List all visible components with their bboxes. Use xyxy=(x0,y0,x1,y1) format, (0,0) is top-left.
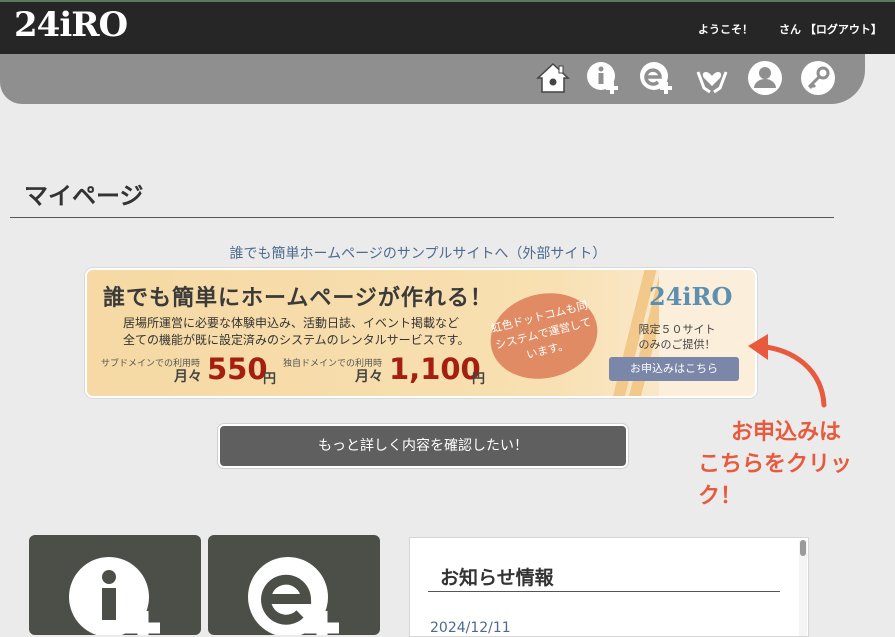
subdomain-prefix: 月々 xyxy=(174,369,202,385)
event-tile-icon xyxy=(248,557,339,635)
title-divider xyxy=(10,217,834,218)
apply-button[interactable]: お申込みはこちら xyxy=(609,357,739,381)
domain-unit: 円 xyxy=(472,372,486,387)
domain-prefix: 月々 xyxy=(355,369,383,385)
scroll-thumb[interactable] xyxy=(800,540,806,556)
key-icon[interactable] xyxy=(800,60,836,96)
callout-arrow-icon xyxy=(748,334,827,408)
callout-line1: お申込みは xyxy=(731,420,842,445)
banner-limit-text: 限定５０サイト のみのご提供！ xyxy=(637,322,717,352)
banner-desc-line1: 居場所運営に必要な体験申込み、活動日誌、イベント掲載など xyxy=(123,316,460,330)
event-add-icon[interactable] xyxy=(638,60,674,96)
more-details-button[interactable]: もっと詳しく内容を確認したい！ xyxy=(218,424,628,468)
domain-price: 1,100 xyxy=(389,352,481,386)
news-date[interactable]: 2024/12/11 xyxy=(430,620,511,636)
subdomain-price: 550 xyxy=(207,352,268,386)
welcome-text: ようこそ！ xyxy=(698,23,753,36)
circle-text: 虹色ドットコムも同システムで運営しています。 xyxy=(489,298,593,362)
news-title: お知らせ情報 xyxy=(440,567,554,589)
event-tile[interactable] xyxy=(208,535,380,635)
limit-line2: のみのご提供！ xyxy=(638,338,716,351)
info-add-icon[interactable] xyxy=(585,60,621,96)
limit-line1: 限定５０サイト xyxy=(638,323,716,336)
news-scrollbar[interactable] xyxy=(799,540,807,636)
news-panel: お知らせ情報 2024/12/11 xyxy=(409,537,809,637)
banner-logo: 24iRO xyxy=(649,282,733,311)
banner-desc-line2: 全ての機能が既に設定済みのシステムのレンタルサービスです。 xyxy=(123,333,470,347)
news-divider xyxy=(428,591,780,592)
icon-nav-bar xyxy=(0,54,865,104)
callout-line2: こちらをクリック！ xyxy=(698,452,853,509)
sample-site-link[interactable]: 誰でも簡単ホームページのサンプルサイトへ（外部サイト） xyxy=(0,243,836,263)
banner-circle-note: 虹色ドットコムも同システムで運営しています。 xyxy=(481,282,607,390)
user-icon[interactable] xyxy=(747,60,783,96)
page-title: マイページ xyxy=(24,182,144,210)
hands-heart-icon[interactable] xyxy=(694,60,730,96)
subdomain-unit: 円 xyxy=(263,372,277,387)
promo-banner[interactable]: 誰でも簡単にホームページが作れる！ 居場所運営に必要な体験申込み、活動日誌、イベ… xyxy=(85,268,757,398)
banner-headline: 誰でも簡単にホームページが作れる！ xyxy=(103,286,493,311)
info-tile[interactable] xyxy=(29,535,201,635)
top-bar: 24iRO ようこそ！ さん 【ログアウト】 xyxy=(0,0,895,54)
logout-link[interactable]: さん 【ログアウト】 xyxy=(779,21,882,37)
site-logo[interactable]: 24iRO xyxy=(14,5,128,45)
info-tile-icon xyxy=(69,557,160,635)
home-icon[interactable] xyxy=(535,60,571,96)
